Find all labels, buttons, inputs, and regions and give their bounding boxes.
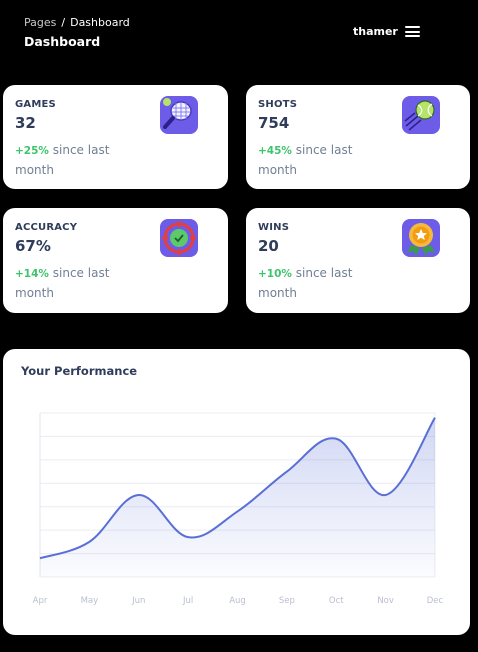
top-bar: Pages / Dashboard Dashboard thamer	[0, 0, 478, 60]
stat-delta: +14% since last month	[15, 264, 135, 303]
chart-tick-label-sep: Sep	[279, 596, 295, 606]
tennis-racket-icon	[160, 96, 198, 134]
stat-delta: +10% since last month	[258, 264, 378, 303]
chart-tick-label-jun: Jun	[131, 596, 145, 606]
performance-chart: Apr May Jun Jul Aug Sep Oct Nov Dec	[33, 412, 444, 606]
stat-delta-percent: +10%	[258, 268, 292, 280]
breadcrumb-separator: /	[61, 16, 66, 29]
chart-area-fill	[40, 417, 435, 577]
chart-tick-label-oct: Oct	[329, 596, 344, 606]
stat-delta: +25% since last month	[15, 141, 135, 180]
stat-delta: +45% since last month	[258, 141, 378, 180]
performance-card: Your Performance Apr May Jun Jul Aug Sep Oct No…	[3, 349, 470, 635]
chart-tick-label-apr: Apr	[33, 596, 48, 606]
chart-tick-label-jul: Jul	[182, 596, 193, 606]
breadcrumb: Pages / Dashboard	[24, 16, 130, 29]
chart-tick-label-may: May	[81, 596, 99, 606]
breadcrumb-current: Dashboard	[70, 16, 130, 29]
stat-value: 754	[258, 114, 290, 132]
stat-label: WINS	[258, 222, 290, 233]
stat-label: ACCURACY	[15, 222, 78, 233]
chart-tick-label-dec: Dec	[427, 596, 444, 606]
stat-value: 20	[258, 237, 279, 255]
stat-card-accuracy: ACCURACY 67% +14% since last month	[3, 208, 228, 313]
stat-delta-percent: +14%	[15, 268, 49, 280]
stat-value: 67%	[15, 237, 51, 255]
stat-label: GAMES	[15, 99, 56, 110]
stat-value: 32	[15, 114, 36, 132]
chart-tick-label-nov: Nov	[377, 596, 394, 606]
breadcrumb-root[interactable]: Pages	[24, 16, 56, 29]
target-icon	[160, 219, 198, 257]
medal-icon	[402, 219, 440, 257]
stat-delta-percent: +25%	[15, 145, 49, 157]
hamburger-menu-icon[interactable]	[405, 26, 420, 37]
tennis-ball-icon	[402, 96, 440, 134]
user-name[interactable]: thamer	[353, 25, 398, 38]
page-title: Dashboard	[24, 34, 101, 49]
stat-card-shots: SHOTS 754 +45% since last month	[246, 85, 470, 189]
stat-label: SHOTS	[258, 99, 298, 110]
stat-card-games: GAMES 32 +25% since last month	[3, 85, 228, 189]
stat-card-wins: WINS 20 +10% since last month	[246, 208, 470, 313]
stat-delta-percent: +45%	[258, 145, 292, 157]
chart-tick-label-aug: Aug	[229, 596, 246, 606]
